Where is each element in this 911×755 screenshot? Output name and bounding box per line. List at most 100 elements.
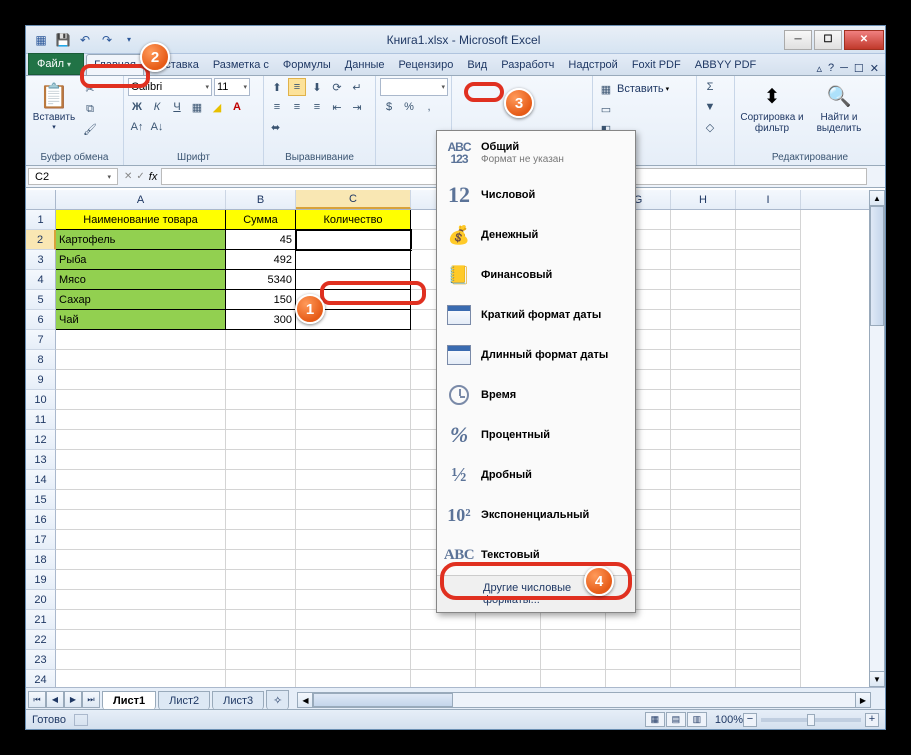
cell-H19[interactable] bbox=[671, 570, 736, 590]
vertical-scroll-thumb[interactable] bbox=[870, 206, 884, 326]
cell-B18[interactable] bbox=[226, 550, 296, 570]
cell-C9[interactable] bbox=[296, 370, 411, 390]
cell-H18[interactable] bbox=[671, 550, 736, 570]
vertical-scrollbar[interactable]: ▲ ▼ bbox=[869, 190, 885, 687]
cell-F24[interactable] bbox=[541, 670, 606, 687]
format-accounting[interactable]: 📒 Финансовый bbox=[437, 255, 635, 295]
minimize-button[interactable]: ─ bbox=[784, 30, 812, 50]
cell-I20[interactable] bbox=[736, 590, 801, 610]
cell-C17[interactable] bbox=[296, 530, 411, 550]
cell-I16[interactable] bbox=[736, 510, 801, 530]
cell-B21[interactable] bbox=[226, 610, 296, 630]
cell-I21[interactable] bbox=[736, 610, 801, 630]
cell-A19[interactable] bbox=[56, 570, 226, 590]
cell-B13[interactable] bbox=[226, 450, 296, 470]
cell-C18[interactable] bbox=[296, 550, 411, 570]
zoom-slider[interactable] bbox=[761, 718, 861, 722]
format-long-date[interactable]: Длинный формат даты bbox=[437, 335, 635, 375]
paste-button[interactable]: 📋 Вставить ▾ bbox=[30, 78, 78, 131]
cell-H6[interactable] bbox=[671, 310, 736, 330]
cut-icon[interactable]: ✂ bbox=[81, 80, 99, 98]
col-header-I[interactable]: I bbox=[736, 190, 801, 209]
tab-formulas[interactable]: Формулы bbox=[276, 55, 338, 75]
cell-B10[interactable] bbox=[226, 390, 296, 410]
font-size-combo[interactable]: 11▾ bbox=[214, 78, 250, 96]
tab-data[interactable]: Данные bbox=[338, 55, 392, 75]
cell-D21[interactable] bbox=[411, 610, 476, 630]
cell-G23[interactable] bbox=[606, 650, 671, 670]
cell-I12[interactable] bbox=[736, 430, 801, 450]
find-select-button[interactable]: 🔍 Найти и выделить bbox=[808, 78, 870, 134]
zoom-level[interactable]: 100% bbox=[715, 714, 743, 726]
normal-view-icon[interactable]: ▦ bbox=[645, 712, 665, 727]
cell-I8[interactable] bbox=[736, 350, 801, 370]
cell-A14[interactable] bbox=[56, 470, 226, 490]
zoom-in-icon[interactable]: + bbox=[865, 713, 879, 727]
cell-E24[interactable] bbox=[476, 670, 541, 687]
cell-B16[interactable] bbox=[226, 510, 296, 530]
row-header-9[interactable]: 9 bbox=[26, 370, 56, 390]
format-number[interactable]: 12 Числовой bbox=[437, 175, 635, 215]
save-icon[interactable]: 💾 bbox=[54, 31, 72, 49]
page-break-view-icon[interactable]: ▥ bbox=[687, 712, 707, 727]
comma-icon[interactable]: , bbox=[420, 98, 438, 116]
number-format-combo[interactable]: ▾ bbox=[380, 78, 448, 96]
cell-I13[interactable] bbox=[736, 450, 801, 470]
cell-C21[interactable] bbox=[296, 610, 411, 630]
row-header-13[interactable]: 13 bbox=[26, 450, 56, 470]
insert-cells-icon[interactable]: ▦ bbox=[597, 80, 615, 98]
tab-review[interactable]: Рецензиро bbox=[392, 55, 461, 75]
cell-D22[interactable] bbox=[411, 630, 476, 650]
tab-view[interactable]: Вид bbox=[460, 55, 494, 75]
cell-I4[interactable] bbox=[736, 270, 801, 290]
format-painter-icon[interactable]: 🖌 bbox=[81, 120, 99, 138]
row-header-11[interactable]: 11 bbox=[26, 410, 56, 430]
cell-I9[interactable] bbox=[736, 370, 801, 390]
col-header-H[interactable]: H bbox=[671, 190, 736, 209]
row-header-23[interactable]: 23 bbox=[26, 650, 56, 670]
cell-A1[interactable]: Наименование товара bbox=[56, 210, 226, 230]
cell-F22[interactable] bbox=[541, 630, 606, 650]
format-short-date[interactable]: Краткий формат даты bbox=[437, 295, 635, 335]
cell-I1[interactable] bbox=[736, 210, 801, 230]
cell-I24[interactable] bbox=[736, 670, 801, 687]
select-all-corner[interactable] bbox=[26, 190, 56, 209]
cell-I19[interactable] bbox=[736, 570, 801, 590]
cell-C4[interactable] bbox=[296, 270, 411, 290]
cell-A6[interactable]: Чай bbox=[56, 310, 226, 330]
row-header-21[interactable]: 21 bbox=[26, 610, 56, 630]
cell-C14[interactable] bbox=[296, 470, 411, 490]
cell-A4[interactable]: Мясо bbox=[56, 270, 226, 290]
row-header-5[interactable]: 5 bbox=[26, 290, 56, 310]
decrease-font-icon[interactable]: A↓ bbox=[148, 118, 166, 136]
cell-A15[interactable] bbox=[56, 490, 226, 510]
cell-G21[interactable] bbox=[606, 610, 671, 630]
row-header-24[interactable]: 24 bbox=[26, 670, 56, 687]
cell-H23[interactable] bbox=[671, 650, 736, 670]
cell-A13[interactable] bbox=[56, 450, 226, 470]
cell-A17[interactable] bbox=[56, 530, 226, 550]
delete-cells-icon[interactable]: ▭ bbox=[597, 100, 615, 118]
cell-A24[interactable] bbox=[56, 670, 226, 687]
cell-B20[interactable] bbox=[226, 590, 296, 610]
scroll-left-icon[interactable]: ◀ bbox=[297, 692, 313, 708]
row-header-10[interactable]: 10 bbox=[26, 390, 56, 410]
wrap-text-icon[interactable]: ↵ bbox=[348, 78, 366, 96]
cell-H3[interactable] bbox=[671, 250, 736, 270]
row-header-8[interactable]: 8 bbox=[26, 350, 56, 370]
cell-B11[interactable] bbox=[226, 410, 296, 430]
cell-A2[interactable]: Картофель bbox=[56, 230, 226, 250]
merge-icon[interactable]: ⬌ bbox=[268, 118, 283, 136]
format-currency[interactable]: 💰 Денежный bbox=[437, 215, 635, 255]
cell-B12[interactable] bbox=[226, 430, 296, 450]
align-middle-icon[interactable]: ≡ bbox=[288, 78, 306, 96]
cell-B9[interactable] bbox=[226, 370, 296, 390]
cell-A10[interactable] bbox=[56, 390, 226, 410]
decrease-indent-icon[interactable]: ⇤ bbox=[328, 98, 346, 116]
cell-C13[interactable] bbox=[296, 450, 411, 470]
format-percent[interactable]: % Процентный bbox=[437, 415, 635, 455]
cell-B24[interactable] bbox=[226, 670, 296, 687]
cell-A3[interactable]: Рыба bbox=[56, 250, 226, 270]
align-right-icon[interactable]: ≡ bbox=[308, 98, 326, 116]
close-button[interactable]: ✕ bbox=[844, 30, 884, 50]
